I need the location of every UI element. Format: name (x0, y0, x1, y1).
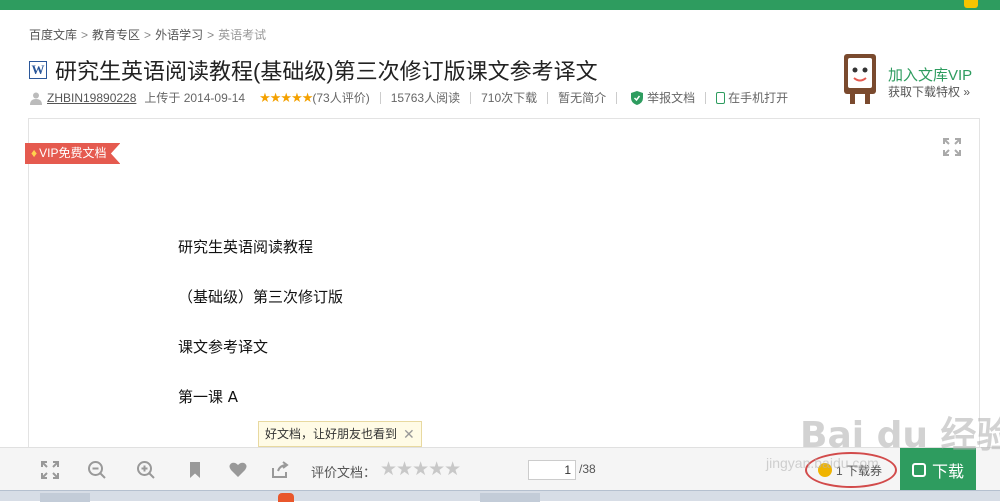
vip-free-badge: ♦ VIP免费文档 (25, 143, 121, 164)
divider (705, 91, 707, 104)
breadcrumb-item[interactable]: 百度文库 (29, 26, 77, 43)
divider (470, 91, 472, 104)
vip-free-label: VIP免费文档 (39, 146, 107, 160)
summary-text: 暂无简介 (558, 91, 607, 105)
vip-promo-subtitle[interactable]: 获取下载特权 » (888, 83, 970, 100)
vip-promo[interactable]: 加入文库VIP 获取下载特权 » (838, 50, 988, 110)
doc-text-line: 第一课 A (178, 388, 239, 406)
share-tooltip: 好文档，让好朋友也看到 ✕ (258, 421, 422, 447)
page-title: 研究生英语阅读教程(基础级)第三次修订版课文参考译文 (55, 59, 598, 84)
notification-indicator[interactable] (964, 0, 978, 8)
shield-icon (631, 90, 644, 105)
watermark-url: jingyan.baidu.com (766, 455, 879, 471)
open-mobile-link[interactable]: 在手机打开 (728, 89, 788, 106)
read-count: 15763人阅读 (390, 91, 461, 105)
watermark: Bai du 经验 jingyan.baidu.com (760, 392, 1000, 482)
watermark-brand: Bai du 经验 (800, 415, 1000, 456)
zoom-in-icon[interactable] (136, 460, 156, 480)
fullscreen-icon[interactable] (40, 460, 60, 480)
doc-text-line: 课文参考译文 (178, 338, 269, 356)
rate-doc-label: 评价文档： (311, 465, 377, 480)
divider (547, 91, 549, 104)
doc-text-line: （基础级）第三次修订版 (178, 288, 344, 306)
title-row: W 研究生英语阅读教程(基础级)第三次修订版课文参考译文 (29, 55, 598, 85)
breadcrumb-separator: > (144, 28, 152, 42)
page-total: /38 (579, 462, 596, 476)
bookmark-icon[interactable] (185, 460, 205, 480)
divider (379, 91, 381, 104)
user-icon (30, 92, 42, 105)
divider (616, 91, 618, 104)
top-nav-bar (0, 0, 1000, 10)
rating-count[interactable]: (73人评价) (312, 89, 369, 106)
phone-icon (716, 91, 726, 104)
breadcrumb-item[interactable]: 教育专区 (92, 26, 140, 43)
uploader-link[interactable]: ZHBIN19890228 (47, 91, 136, 105)
book-mascot-icon (844, 54, 876, 104)
breadcrumb-separator: > (207, 28, 215, 42)
rating-stars: ★★★★★ (259, 89, 313, 105)
upload-date: 上传于 2014-09-14 (144, 91, 246, 105)
vip-promo-title[interactable]: 加入文库VIP (888, 64, 972, 85)
page-number-input[interactable]: 1 (528, 460, 576, 480)
zoom-out-icon[interactable] (87, 460, 107, 480)
diamond-icon: ♦ (31, 146, 38, 160)
share-icon[interactable] (270, 460, 290, 480)
doc-meta: ZHBIN19890228 上传于 2014-09-14 ★★★★★ (73人评… (29, 89, 788, 106)
breadcrumb: 百度文库 > 教育专区 > 外语学习 > 英语考试 (29, 26, 266, 43)
report-link[interactable]: 举报文档 (647, 89, 695, 106)
breadcrumb-item[interactable]: 外语学习 (155, 26, 203, 43)
close-icon[interactable]: ✕ (403, 422, 415, 446)
breadcrumb-separator: > (81, 28, 89, 42)
heart-icon[interactable] (228, 460, 248, 480)
rate-stars-input[interactable]: ★★★★★ (380, 458, 461, 481)
share-tooltip-text: 好文档，让好朋友也看到 (265, 427, 398, 441)
os-taskbar (0, 490, 1000, 502)
download-count: 710次下载 (481, 91, 538, 105)
fullscreen-icon[interactable] (942, 137, 962, 157)
doc-text-line: 研究生英语阅读教程 (178, 238, 314, 256)
breadcrumb-current[interactable]: 英语考试 (218, 26, 266, 43)
word-doc-icon: W (29, 61, 47, 79)
